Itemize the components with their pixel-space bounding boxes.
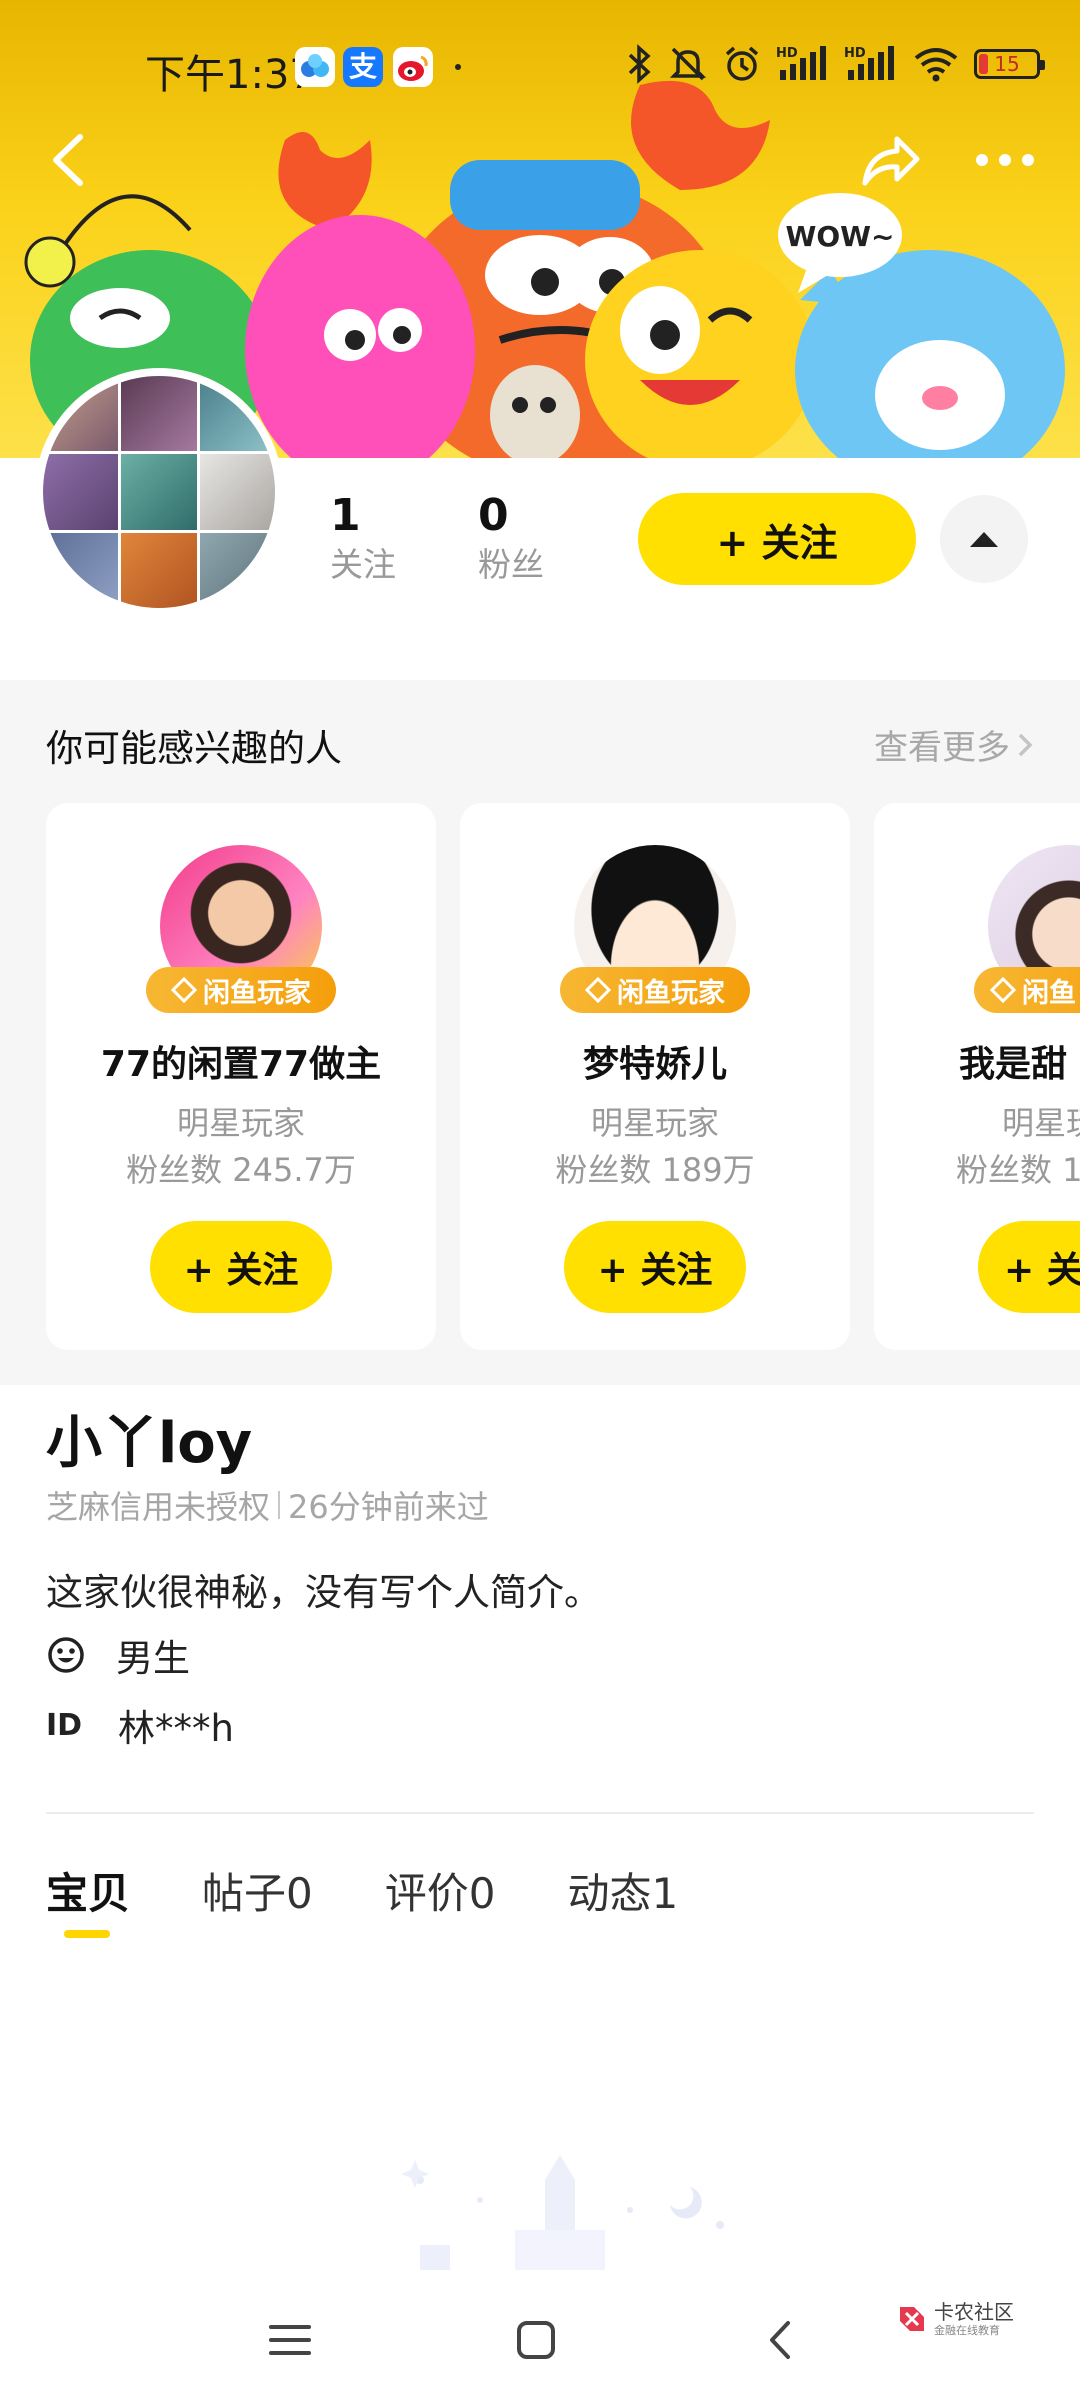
user-bio: 这家伙很神秘，没有写个人简介。 xyxy=(46,1571,601,1614)
badge-label: 闲鱼玩家 xyxy=(203,977,311,1009)
suggestions-title: 你可能感兴趣的人 xyxy=(46,727,342,770)
meta-separator xyxy=(278,1491,281,1519)
gender-row: 男生 xyxy=(46,1628,190,1682)
following-count: 1 xyxy=(330,490,361,541)
suggested-user-tag: 明星玩家 xyxy=(590,1104,719,1142)
share-button[interactable] xyxy=(855,125,925,195)
id-label: ID xyxy=(46,1707,83,1743)
following-label: 关注 xyxy=(330,545,396,584)
more-button[interactable] xyxy=(970,130,1040,190)
user-name: 小丫loy xyxy=(46,1411,253,1476)
suggested-users-section: 你可能感兴趣的人 查看更多 闲鱼玩家 77的闲置77做主 明星玩家 粉丝数 24… xyxy=(0,680,1080,1385)
back-chevron-icon xyxy=(770,2321,790,2359)
avatar-image xyxy=(43,376,275,608)
system-back-button[interactable] xyxy=(752,2310,812,2370)
collapse-button[interactable] xyxy=(940,495,1028,583)
tab-activity[interactable]: 动态1 xyxy=(567,1860,678,1921)
triangle-up-icon xyxy=(970,532,998,547)
id-value: 林***h xyxy=(118,1707,234,1750)
follow-button[interactable]: + 关注 xyxy=(638,493,916,585)
tab-reviews[interactable]: 评价0 xyxy=(385,1860,496,1921)
tab-items[interactable]: 宝贝 xyxy=(46,1860,131,1938)
badge-label: 闲鱼 xyxy=(1022,977,1076,1009)
suggested-follow-button[interactable]: + 关注 xyxy=(150,1221,332,1313)
suggested-user-name: 我是甜 xyxy=(959,1044,1068,1085)
suggested-follow-button[interactable]: + 关注 xyxy=(564,1221,746,1313)
back-arrow-icon xyxy=(53,134,83,186)
see-more-link[interactable]: 查看更多 xyxy=(874,720,1034,769)
tab-label: 评价0 xyxy=(384,1869,496,1918)
status-time: 下午1:37 xyxy=(145,52,315,98)
suggested-user-tag: 明星玩家 xyxy=(176,1104,305,1142)
content-tabs: 宝贝 帖子0 评价0 动态1 xyxy=(46,1860,750,1938)
active-tab-indicator xyxy=(64,1930,110,1938)
fans-label: 粉丝 xyxy=(478,545,544,584)
smiley-icon xyxy=(48,1637,84,1673)
chevron-right-icon xyxy=(1018,733,1033,756)
watermark-main: 卡农社区 xyxy=(934,2300,1014,2324)
gender-value: 男生 xyxy=(116,1637,190,1680)
suggested-user-card[interactable]: 闲鱼 我是甜 明星玩 粉丝数 1 + 关 xyxy=(874,803,1080,1350)
wifi-icon xyxy=(914,48,958,82)
bluetooth-icon xyxy=(628,44,651,84)
badge-diamond-icon xyxy=(990,977,1016,1003)
suggested-user-name: 梦特娇儿 xyxy=(582,1044,727,1085)
last-seen: 26分钟前来过 xyxy=(288,1488,489,1526)
following-stat[interactable]: 1 关注 xyxy=(330,490,396,588)
id-row: ID 林***h xyxy=(46,1698,234,1752)
xianyu-player-badge: 闲鱼 xyxy=(974,967,1080,1013)
badge-diamond-icon xyxy=(585,977,611,1003)
xianyu-player-badge: 闲鱼玩家 xyxy=(146,967,336,1013)
home-button[interactable] xyxy=(506,2310,566,2370)
menu-icon xyxy=(269,2325,311,2355)
home-square-icon xyxy=(517,2321,555,2359)
suggested-user-card[interactable]: 闲鱼玩家 梦特娇儿 明星玩家 粉丝数 189万 + 关注 xyxy=(460,803,850,1350)
tab-posts[interactable]: 帖子0 xyxy=(202,1860,313,1921)
tab-label: 帖子0 xyxy=(202,1869,313,1918)
fans-count: 0 xyxy=(478,490,509,541)
alipay-icon: 支 xyxy=(343,47,383,87)
user-meta: 芝麻信用未授权 26分钟前来过 xyxy=(46,1482,489,1528)
signal-hd-1-icon: HD xyxy=(776,46,826,80)
watermark: 卡农社区 金融在线教育 xyxy=(896,2300,1014,2338)
section-divider xyxy=(46,1812,1034,1814)
see-more-label: 查看更多 xyxy=(874,728,1010,768)
watermark-logo-icon xyxy=(900,2307,924,2331)
suggested-user-fans: 粉丝数 189万 xyxy=(555,1151,755,1189)
suggested-user-fans: 粉丝数 1 xyxy=(956,1151,1080,1189)
weibo-icon xyxy=(393,47,433,87)
battery-level: 15 xyxy=(994,52,1020,76)
suggested-user-card[interactable]: 闲鱼玩家 77的闲置77做主 明星玩家 粉丝数 245.7万 + 关注 xyxy=(46,803,436,1350)
banner-speech-text: WOW~ xyxy=(785,220,894,253)
credit-status: 芝麻信用未授权 xyxy=(46,1488,271,1526)
badge-diamond-icon xyxy=(171,977,197,1003)
more-dots-icon xyxy=(976,154,1034,166)
badge-label: 闲鱼玩家 xyxy=(617,977,725,1009)
alarm-icon xyxy=(725,46,759,81)
recent-apps-button[interactable] xyxy=(260,2310,320,2370)
share-icon xyxy=(862,136,920,186)
tab-label: 宝贝 xyxy=(46,1869,131,1918)
mute-icon xyxy=(669,47,707,81)
suggested-user-tag: 明星玩 xyxy=(1002,1104,1080,1142)
xianyu-player-badge: 闲鱼玩家 xyxy=(560,967,750,1013)
back-button[interactable] xyxy=(40,125,100,195)
avatar[interactable] xyxy=(35,368,283,616)
fans-stat[interactable]: 0 粉丝 xyxy=(478,490,544,588)
status-bar: 下午1:37 支 HD HD 15 xyxy=(0,0,1080,130)
tab-label: 动态1 xyxy=(567,1869,679,1918)
suggested-follow-button[interactable]: + 关 xyxy=(978,1221,1080,1313)
suggested-user-name: 77的闲置77做主 xyxy=(100,1044,382,1085)
signal-hd-2-icon: HD xyxy=(844,46,894,80)
empty-state-illustration xyxy=(360,2140,830,2270)
svg-text:HD: HD xyxy=(844,46,866,61)
suggested-user-fans: 粉丝数 245.7万 xyxy=(126,1151,356,1189)
svg-text:HD: HD xyxy=(776,46,798,61)
battery-icon: 15 xyxy=(974,49,1045,79)
notification-dot xyxy=(455,64,461,70)
watermark-sub: 金融在线教育 xyxy=(934,2324,1000,2337)
baidu-netdisk-icon xyxy=(295,47,335,87)
